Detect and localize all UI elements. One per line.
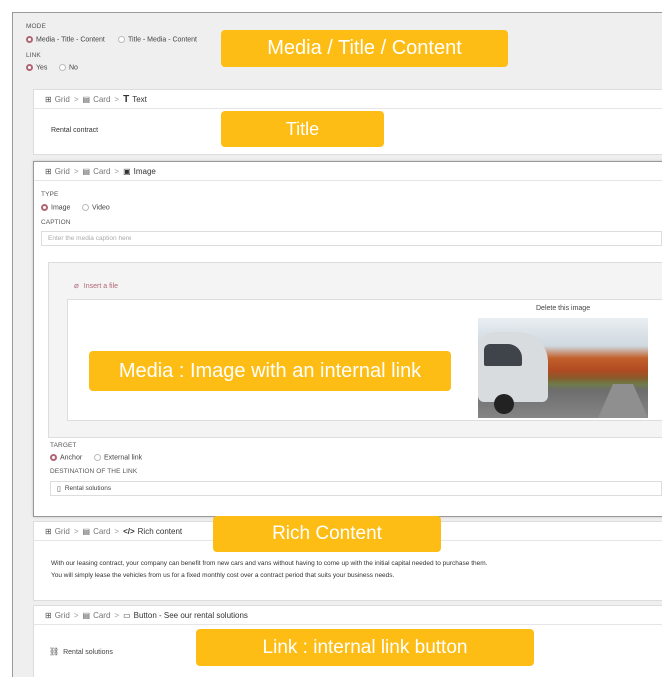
grid-icon: ⊞: [45, 94, 52, 104]
radio-selected-icon: [26, 64, 33, 71]
breadcrumb-grid[interactable]: Grid: [55, 95, 70, 104]
breadcrumb-current: Image: [133, 166, 156, 176]
card-icon: ▤: [82, 94, 91, 104]
caption-label: CAPTION: [41, 219, 71, 226]
breadcrumb-separator: >: [114, 610, 120, 620]
type-option-image[interactable]: Image: [41, 204, 70, 211]
grid-icon: ⊞: [45, 166, 52, 176]
radio-icon: [94, 454, 101, 461]
destination-label: DESTINATION OF THE LINK: [50, 468, 138, 475]
road-shape: [598, 384, 648, 418]
breadcrumb-current: Rich content: [137, 526, 183, 536]
breadcrumb-current: Text: [132, 94, 147, 104]
link-icon: ⛓: [49, 647, 60, 656]
callout-rich-content: Rich Content: [213, 516, 441, 552]
breadcrumb-separator: >: [73, 610, 79, 620]
callout-mode: Media / Title / Content: [221, 30, 508, 67]
breadcrumb-separator: >: [114, 166, 120, 176]
radio-icon: [82, 204, 89, 211]
link-option-no[interactable]: No: [59, 64, 78, 71]
destination-input[interactable]: ▯ Rental solutions: [50, 481, 662, 496]
mode-label: MODE: [26, 23, 46, 30]
breadcrumb-grid[interactable]: Grid: [55, 611, 70, 620]
rich-line-2: You will simply lease the vehicles from …: [51, 572, 395, 579]
breadcrumb-card[interactable]: Card: [93, 527, 110, 536]
mode-option-1[interactable]: Media - Title - Content: [26, 36, 105, 43]
breadcrumb-separator: >: [114, 94, 120, 104]
image-icon: ▣: [123, 166, 131, 176]
link-label: LINK: [26, 52, 41, 59]
radio-selected-icon: [50, 454, 57, 461]
breadcrumb-separator: >: [73, 526, 79, 536]
button-icon: ▭: [123, 610, 131, 620]
radio-icon: [59, 64, 66, 71]
type-label: TYPE: [41, 191, 59, 198]
breadcrumb-current: Button - See our rental solutions: [133, 610, 248, 620]
breadcrumb-separator: >: [114, 526, 120, 536]
breadcrumb-card[interactable]: Card: [93, 611, 110, 620]
callout-media: Media : Image with an internal link: [89, 351, 451, 391]
car-thumbnail-image: [478, 318, 648, 418]
insert-file-link[interactable]: ⌀ Insert a file: [74, 281, 118, 290]
card-icon: ▤: [82, 526, 91, 536]
card-icon: ▤: [82, 610, 91, 620]
mode-option-2[interactable]: Title - Media - Content: [118, 36, 197, 43]
caption-input[interactable]: Enter the media caption here: [41, 231, 662, 246]
radio-selected-icon: [41, 204, 48, 211]
radio-selected-icon: [26, 36, 33, 43]
grid-icon: ⊞: [45, 610, 52, 620]
breadcrumb-separator: >: [73, 166, 79, 176]
car-wheel: [494, 394, 514, 414]
target-option-anchor[interactable]: Anchor: [50, 454, 82, 461]
card-icon: ▤: [82, 166, 91, 176]
breadcrumb-card[interactable]: Card: [93, 167, 110, 176]
page-icon: ▯: [57, 485, 61, 493]
image-panel: ⊞ Grid > ▤ Card > ▣ Image TYPE Image Video …: [33, 161, 662, 517]
breadcrumb-grid[interactable]: Grid: [55, 527, 70, 536]
link-option-yes[interactable]: Yes: [26, 64, 47, 71]
code-icon: </>: [123, 526, 135, 536]
target-label: TARGET: [50, 442, 77, 449]
type-option-video[interactable]: Video: [82, 204, 110, 211]
breadcrumb: ⊞ Grid > ▤ Card > ▣ Image: [34, 162, 662, 181]
breadcrumb: ⊞ Grid > ▤ Card > T Text: [34, 90, 662, 109]
car-shape: [478, 332, 548, 402]
text-icon: T: [123, 93, 130, 105]
breadcrumb-card[interactable]: Card: [93, 95, 110, 104]
target-option-external[interactable]: External link: [94, 454, 142, 461]
breadcrumb-grid[interactable]: Grid: [55, 167, 70, 176]
callout-link: Link : internal link button: [196, 629, 534, 666]
breadcrumb: ⊞ Grid > ▤ Card > ▭ Button - See our rental…: [34, 606, 662, 625]
delete-image-link[interactable]: Delete this image: [536, 305, 590, 312]
title-text[interactable]: Rental contract: [51, 127, 98, 134]
radio-icon: [118, 36, 125, 43]
rich-content-body[interactable]: With our leasing contract, your company …: [51, 558, 651, 582]
rich-line-1: With our leasing contract, your company …: [51, 560, 488, 567]
breadcrumb-separator: >: [73, 94, 79, 104]
paperclip-icon: ⌀: [74, 281, 79, 290]
car-window: [484, 344, 522, 366]
callout-title: Title: [221, 111, 384, 147]
media-area: ⌀ Insert a file Delete this image: [48, 262, 662, 438]
rental-solutions-link[interactable]: ⛓ Rental solutions: [49, 647, 113, 656]
grid-icon: ⊞: [45, 526, 52, 536]
